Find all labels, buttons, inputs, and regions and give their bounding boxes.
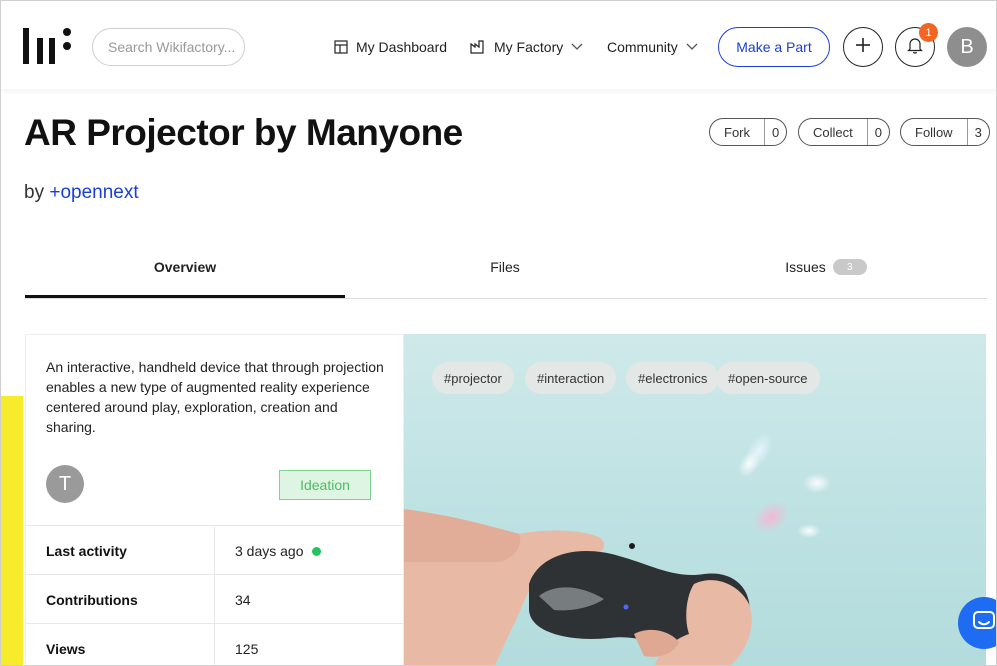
- active-tab-indicator: [25, 295, 345, 298]
- issues-count-badge: 3: [832, 259, 867, 275]
- fork-button[interactable]: Fork 0: [709, 118, 788, 146]
- tab-issues[interactable]: Issues 3: [665, 256, 987, 278]
- dashboard-icon: [334, 40, 348, 54]
- stat-row: Last activity 3 days ago: [26, 525, 405, 575]
- project-info-card: An interactive, handheld device that thr…: [25, 334, 405, 665]
- nav-my-dashboard[interactable]: My Dashboard: [334, 37, 447, 57]
- stat-label: Views: [46, 641, 86, 657]
- stat-label: Contributions: [46, 592, 138, 608]
- plus-icon: [854, 36, 872, 59]
- follow-label: Follow: [915, 124, 953, 140]
- stat-value: 34: [235, 592, 251, 608]
- tabs-divider: [25, 298, 987, 299]
- stat-value: 3 days ago: [235, 543, 321, 559]
- fork-label: Fork: [724, 124, 750, 140]
- stat-row: Views 125: [26, 623, 405, 665]
- tag-electronics[interactable]: #electronics: [626, 362, 720, 394]
- author-link[interactable]: +opennext: [49, 182, 138, 203]
- page-title: AR Projector by Manyone: [24, 112, 463, 153]
- top-navbar: Search Wikifactory... My Dashboard My Fa…: [1, 1, 996, 89]
- owner-avatar[interactable]: T: [46, 465, 84, 503]
- stat-label: Last activity: [46, 543, 127, 559]
- by-prefix: by: [24, 182, 45, 203]
- collect-label: Collect: [813, 124, 853, 140]
- tag-interaction[interactable]: #interaction: [525, 362, 617, 394]
- nav-label: Community: [607, 39, 678, 55]
- app-window: Search Wikifactory... My Dashboard My Fa…: [0, 0, 997, 666]
- follow-count: 3: [966, 119, 989, 145]
- notification-badge: 1: [919, 23, 938, 42]
- add-button[interactable]: [843, 27, 883, 67]
- stage-badge: Ideation: [279, 470, 371, 500]
- column-divider: [214, 575, 215, 624]
- factory-icon: [470, 40, 486, 54]
- chevron-down-icon: [686, 43, 698, 51]
- collect-count: 0: [866, 119, 889, 145]
- online-status-dot: [311, 546, 321, 556]
- fork-count: 0: [764, 119, 786, 145]
- make-a-part-button[interactable]: Make a Part: [718, 27, 830, 67]
- stat-row: Contributions 34: [26, 574, 405, 624]
- nav-community[interactable]: Community: [607, 37, 698, 57]
- tag-open-source[interactable]: #open-source: [716, 362, 820, 394]
- tag-projector[interactable]: #projector: [432, 362, 514, 394]
- follow-button[interactable]: Follow 3: [900, 118, 990, 146]
- nav-label: My Factory: [494, 39, 564, 55]
- nav-my-factory[interactable]: My Factory: [470, 37, 583, 57]
- chevron-down-icon: [571, 43, 583, 51]
- stat-value: 125: [235, 641, 259, 657]
- wikifactory-logo[interactable]: [23, 28, 75, 64]
- search-input[interactable]: Search Wikifactory...: [92, 28, 245, 66]
- collect-button[interactable]: Collect 0: [798, 118, 890, 146]
- project-byline: by +opennext: [24, 182, 139, 204]
- tab-issues-label: Issues: [785, 259, 826, 275]
- nav-label: My Dashboard: [356, 39, 448, 55]
- project-hero-image: #projector #interaction #electronics #op…: [404, 334, 986, 665]
- user-avatar[interactable]: B: [947, 27, 987, 67]
- project-description: An interactive, handheld device that thr…: [46, 359, 384, 435]
- column-divider: [214, 526, 215, 575]
- last-activity-value: 3 days ago: [235, 543, 304, 559]
- tab-overview[interactable]: Overview: [25, 256, 345, 278]
- yellow-background-strip: [1, 396, 23, 665]
- chat-icon: [972, 610, 996, 637]
- column-divider: [214, 624, 215, 665]
- tab-files[interactable]: Files: [345, 256, 665, 278]
